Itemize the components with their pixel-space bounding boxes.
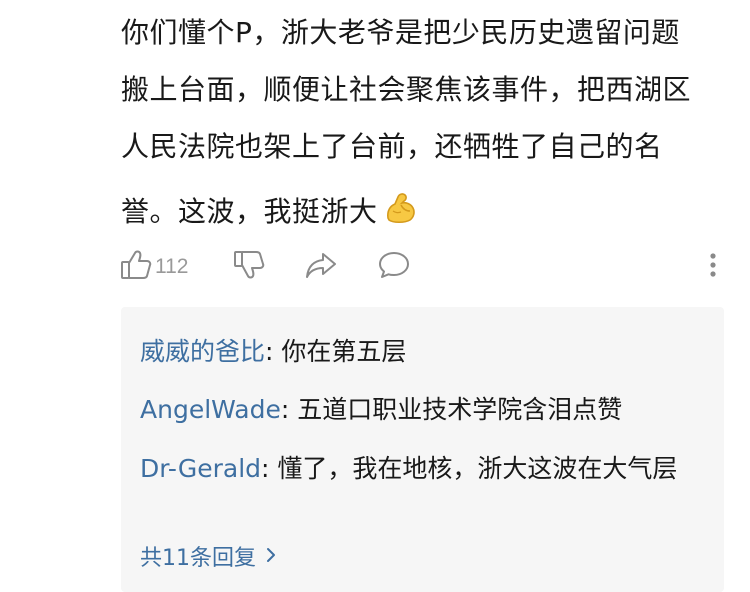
reply-text: 你在第五层 <box>281 337 407 366</box>
comment-actions: 112 <box>119 248 729 284</box>
comment-icon <box>376 248 412 286</box>
more-vertical-icon <box>705 248 721 286</box>
view-all-replies-link[interactable]: 共11条回复 <box>140 540 276 572</box>
reply-button[interactable] <box>376 248 412 286</box>
reply-item: AngelWade: 五道口职业技术学院含泪点赞 <box>140 391 700 428</box>
chevron-right-icon <box>266 544 276 569</box>
comment-line: 誉。这波，我挺浙大 <box>121 195 378 228</box>
thumbs-up-icon <box>119 248 153 286</box>
reply-separator: : <box>265 337 282 366</box>
reply-text: 懂了，我在地核，浙大这波在大气层 <box>277 454 678 483</box>
reply-username[interactable]: AngelWade <box>140 395 281 424</box>
comment-body: 你们懂个P，浙大老爷是把少民历史遗留问题 搬上台面，顺便让社会聚焦该事件，把西湖… <box>121 4 733 244</box>
reply-separator: : <box>280 395 298 424</box>
thumbs-down-icon <box>232 248 266 286</box>
reply-text: 五道口职业技术学院含泪点赞 <box>297 395 623 424</box>
reply-separator: : <box>261 454 278 483</box>
total-replies-label: 共11条回复 <box>140 546 256 571</box>
comment-line-last: 誉。这波，我挺浙大 <box>121 183 733 244</box>
share-button[interactable] <box>303 248 339 286</box>
reply-username[interactable]: Dr-Gerald <box>140 454 261 483</box>
flexed-biceps-emoji <box>384 187 418 244</box>
like-button[interactable]: 112 <box>119 248 188 286</box>
reply-item: Dr-Gerald: 懂了，我在地核，浙大这波在大气层 <box>140 450 705 487</box>
comment-line: 搬上台面，顺便让社会聚焦该事件，把西湖区 <box>121 73 692 106</box>
comment-line: 你们懂个P，浙大老爷是把少民历史遗留问题 <box>121 16 680 49</box>
share-icon <box>303 248 339 286</box>
comment-line: 人民法院也架上了台前，还牺牲了自己的名 <box>121 130 663 163</box>
dislike-button[interactable] <box>232 248 266 286</box>
reply-item: 威威的爸比: 你在第五层 <box>140 333 700 370</box>
more-options-button[interactable] <box>705 248 721 286</box>
replies-box: 威威的爸比: 你在第五层 AngelWade: 五道口职业技术学院含泪点赞 Dr… <box>121 307 724 592</box>
reply-username[interactable]: 威威的爸比 <box>140 337 265 366</box>
like-count: 112 <box>155 255 189 278</box>
